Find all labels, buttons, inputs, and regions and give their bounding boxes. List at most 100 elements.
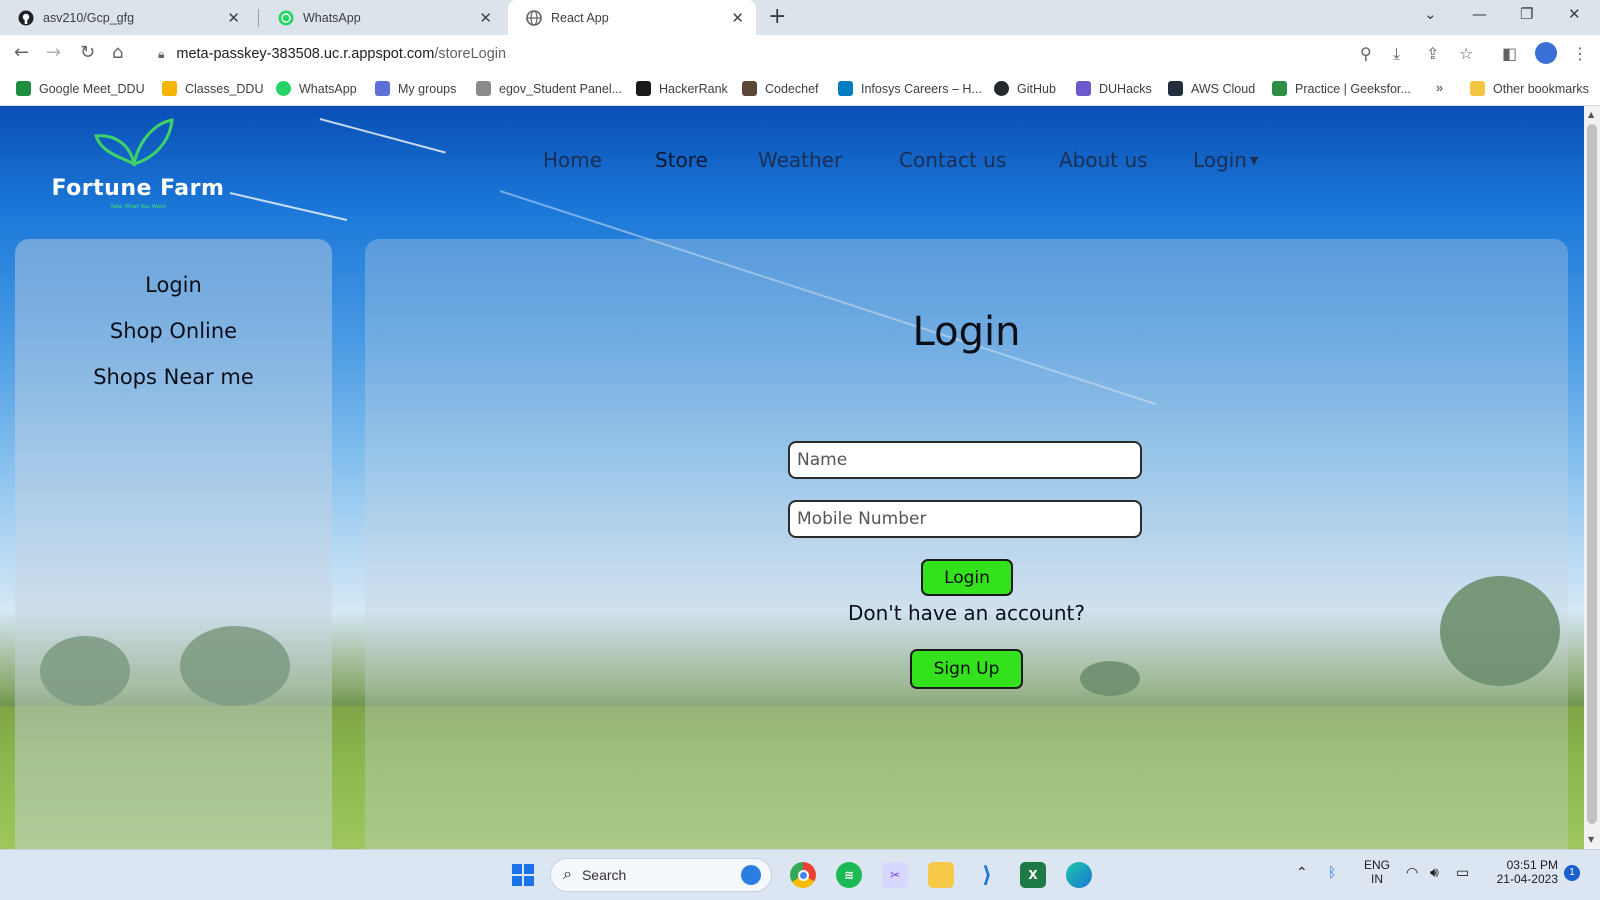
whatsapp-icon	[276, 81, 291, 96]
profile-avatar[interactable]	[1535, 42, 1557, 64]
bookmark-icon	[476, 81, 491, 96]
sidebar-item-shops-near-me[interactable]: Shops Near me	[15, 365, 332, 389]
spotify-icon[interactable]: ≋	[836, 862, 862, 888]
nav-login-dropdown[interactable]: Login ▼	[1193, 148, 1258, 172]
bluetooth-icon[interactable]: ᛒ	[1328, 864, 1336, 880]
back-arrow-icon[interactable]: ←	[14, 42, 29, 63]
chrome-icon[interactable]	[790, 862, 816, 888]
language-indicator[interactable]: ENG IN	[1360, 858, 1394, 886]
nav-home[interactable]: Home	[543, 148, 602, 172]
nav-contact-us[interactable]: Contact us	[899, 148, 1006, 172]
bookmark-item[interactable]: DUHacks	[1076, 81, 1152, 96]
bookmark-item[interactable]: Practice | Geeksfor...	[1272, 81, 1411, 96]
bookmark-item[interactable]: My groups	[375, 81, 456, 96]
bookmark-label: WhatsApp	[299, 81, 357, 96]
sidebar-panel: Login Shop Online Shops Near me	[15, 239, 332, 849]
home-icon[interactable]: ⌂	[112, 42, 123, 63]
star-icon[interactable]: ☆	[1459, 44, 1473, 63]
nav-about-us[interactable]: About us	[1059, 148, 1148, 172]
sign-up-button[interactable]: Sign Up	[910, 649, 1023, 689]
more-bookmarks-button[interactable]: »	[1436, 81, 1443, 95]
side-panel-icon[interactable]: ◧	[1502, 44, 1517, 63]
scroll-up-icon[interactable]: ▲	[1588, 110, 1594, 119]
sky-streak	[229, 192, 348, 221]
address-bar[interactable]: 🔒︎ meta-passkey-383508.uc.r.appspot.com /…	[146, 39, 1466, 69]
bookmark-item[interactable]: egov_Student Panel...	[476, 81, 622, 96]
minimize-icon[interactable]: —	[1472, 5, 1487, 23]
share-icon[interactable]: ⇪	[1426, 44, 1439, 63]
nav-weather[interactable]: Weather	[758, 148, 842, 172]
file-explorer-icon[interactable]	[928, 862, 954, 888]
excel-icon[interactable]: X	[1020, 862, 1046, 888]
edge-icon[interactable]	[1066, 862, 1092, 888]
notification-badge[interactable]: 1	[1564, 865, 1580, 881]
more-menu-icon[interactable]: ⋮	[1572, 44, 1588, 63]
sidebar-item-login[interactable]: Login	[15, 273, 332, 297]
folder-icon	[1470, 81, 1485, 96]
name-input[interactable]	[788, 441, 1142, 479]
bookmark-label: Codechef	[765, 81, 819, 96]
taskbar-search[interactable]: ⌕ Search	[550, 858, 772, 892]
window-close-icon[interactable]: ✕	[1568, 5, 1581, 23]
bookmark-item[interactable]: Classes_DDU	[162, 81, 264, 96]
mobile-number-input[interactable]	[788, 500, 1142, 538]
vscode-icon[interactable]: ⟩	[974, 862, 1000, 888]
tab-react-app[interactable]: React App ✕	[508, 0, 756, 35]
close-icon[interactable]: ✕	[227, 9, 240, 27]
whatsapp-icon	[278, 10, 294, 26]
clock-time: 03:51 PM	[1506, 858, 1558, 872]
page-title: Login	[912, 309, 1021, 355]
restore-icon[interactable]: ❐	[1520, 5, 1533, 23]
scroll-thumb[interactable]	[1587, 124, 1597, 824]
nav-store[interactable]: Store	[655, 148, 708, 172]
taskbar-search-label: Search	[581, 867, 627, 883]
volume-icon[interactable]: 🔊︎	[1430, 864, 1439, 881]
install-icon[interactable]: ⤓	[1393, 44, 1400, 64]
login-button[interactable]: Login	[921, 559, 1013, 596]
url-path: /storeLogin	[434, 46, 507, 62]
bookmark-label: HackerRank	[659, 81, 728, 96]
bookmark-label: egov_Student Panel...	[499, 81, 623, 96]
chevron-down-icon[interactable]: ⌄	[1424, 5, 1437, 23]
page-viewport: Fortune Farm Take What You Want Home Sto…	[0, 106, 1584, 849]
bookmark-item[interactable]: AWS Cloud	[1168, 81, 1255, 96]
scroll-down-icon[interactable]: ▼	[1588, 835, 1594, 844]
hackerrank-icon	[636, 81, 651, 96]
forward-arrow-icon[interactable]: →	[46, 42, 61, 63]
reload-icon[interactable]: ↻	[80, 42, 95, 63]
codechef-icon	[742, 81, 757, 96]
bookmark-item[interactable]: GitHub	[994, 81, 1056, 96]
bookmark-label: GitHub	[1017, 81, 1056, 96]
tab-whatsapp[interactable]: WhatsApp ✕	[260, 0, 504, 35]
windows-start-icon[interactable]	[510, 862, 536, 888]
clock-date: 21-04-2023	[1496, 872, 1558, 886]
tab-strip: asv210/Gcp_gfg ✕ WhatsApp ✕ React App ✕ …	[0, 0, 1600, 35]
location-pin-icon[interactable]: ⚲	[1360, 44, 1372, 63]
bookmark-item[interactable]: HackerRank	[636, 81, 728, 96]
wifi-icon[interactable]: ◠	[1406, 864, 1418, 881]
toolbar: ← → ↻ ⌂ 🔒︎ meta-passkey-383508.uc.r.apps…	[0, 35, 1600, 73]
new-tab-button[interactable]: +	[768, 4, 786, 29]
chevron-up-icon[interactable]: ⌃	[1296, 864, 1308, 881]
clock[interactable]: 03:51 PM 21-04-2023	[1488, 858, 1558, 886]
signup-prompt: Don't have an account?	[847, 601, 1086, 625]
close-icon[interactable]: ✕	[731, 9, 744, 27]
bookmark-item[interactable]: WhatsApp	[276, 81, 357, 96]
sidebar-item-shop-online[interactable]: Shop Online	[15, 319, 332, 343]
bookmark-item[interactable]: Codechef	[742, 81, 819, 96]
page-scrollbar[interactable]: ▲ ▼	[1584, 106, 1600, 849]
bookmark-item[interactable]: Infosys Careers – H...	[838, 81, 982, 96]
bookmark-item[interactable]: Google Meet_DDU	[16, 81, 145, 96]
brand-logo[interactable]: Fortune Farm Take What You Want	[48, 118, 228, 218]
close-icon[interactable]: ✕	[479, 9, 492, 27]
tab-github[interactable]: asv210/Gcp_gfg ✕	[0, 0, 252, 35]
caret-down-icon: ▼	[1249, 154, 1259, 167]
snipping-tool-icon[interactable]: ✂	[882, 862, 908, 888]
aws-icon	[1168, 81, 1183, 96]
tab-title: React App	[551, 10, 609, 25]
other-bookmarks[interactable]: Other bookmarks	[1470, 81, 1589, 96]
battery-icon[interactable]: ▭	[1456, 864, 1469, 881]
bookmark-label: Other bookmarks	[1493, 81, 1589, 96]
bing-icon	[741, 865, 761, 885]
bookmark-label: My groups	[398, 81, 457, 96]
